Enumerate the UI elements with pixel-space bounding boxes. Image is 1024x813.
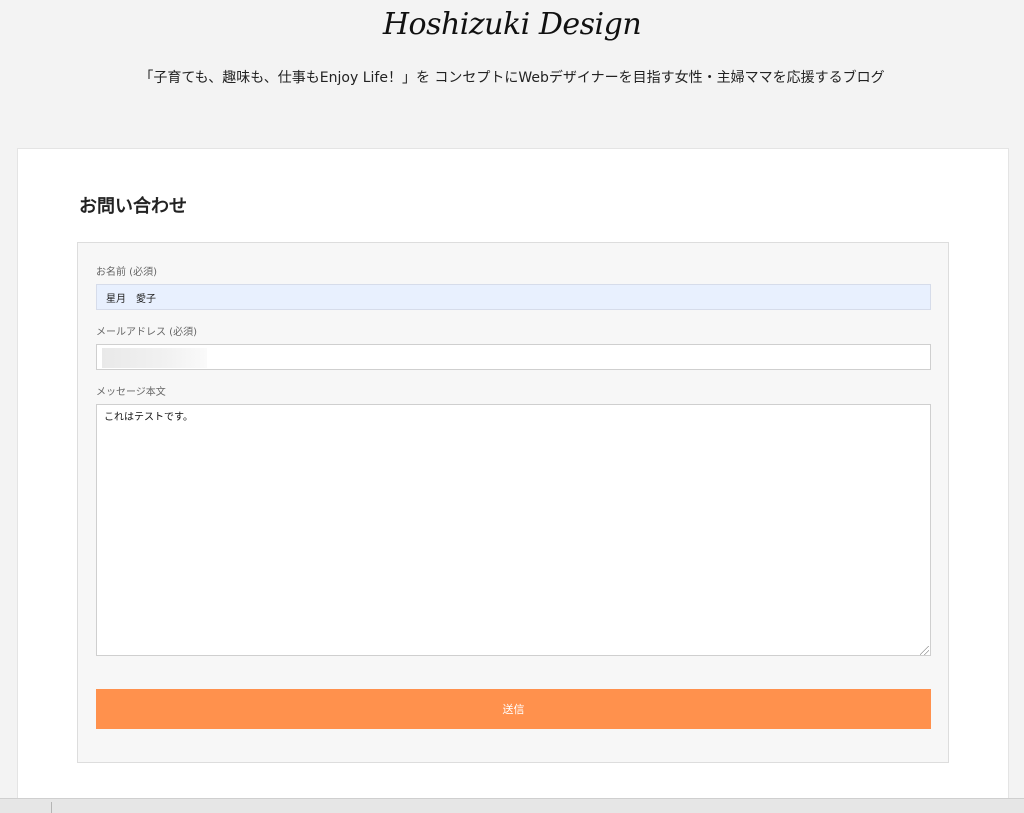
site-logo[interactable]: Hoshizuki Design — [0, 0, 1024, 50]
message-label: メッセージ本文 — [96, 387, 166, 398]
status-bar — [0, 798, 1024, 813]
email-input[interactable] — [96, 344, 931, 370]
message-textarea[interactable]: これはテストです。 — [96, 404, 931, 656]
page-title: お問い合わせ — [79, 196, 187, 217]
email-redaction-blur — [102, 348, 207, 368]
content-card: お問い合わせ お名前 (必須) メールアドレス (必須) メッセージ本文 これは… — [17, 148, 1009, 808]
site-tagline: 「子育ても、趣味も、仕事もEnjoy Life！」を コンセプトにWebデザイナ… — [139, 70, 885, 86]
site-header: Hoshizuki Design 「子育ても、趣味も、仕事もEnjoy Life… — [0, 0, 1024, 148]
contact-form: お名前 (必須) メールアドレス (必須) メッセージ本文 これはテストです。 … — [77, 242, 949, 763]
name-label: お名前 (必須) — [96, 267, 157, 278]
submit-button[interactable]: 送信 — [96, 689, 931, 729]
status-bar-divider — [51, 802, 52, 813]
email-label: メールアドレス (必須) — [96, 327, 197, 338]
name-input[interactable] — [96, 284, 931, 310]
resize-grip-icon[interactable] — [920, 646, 929, 655]
